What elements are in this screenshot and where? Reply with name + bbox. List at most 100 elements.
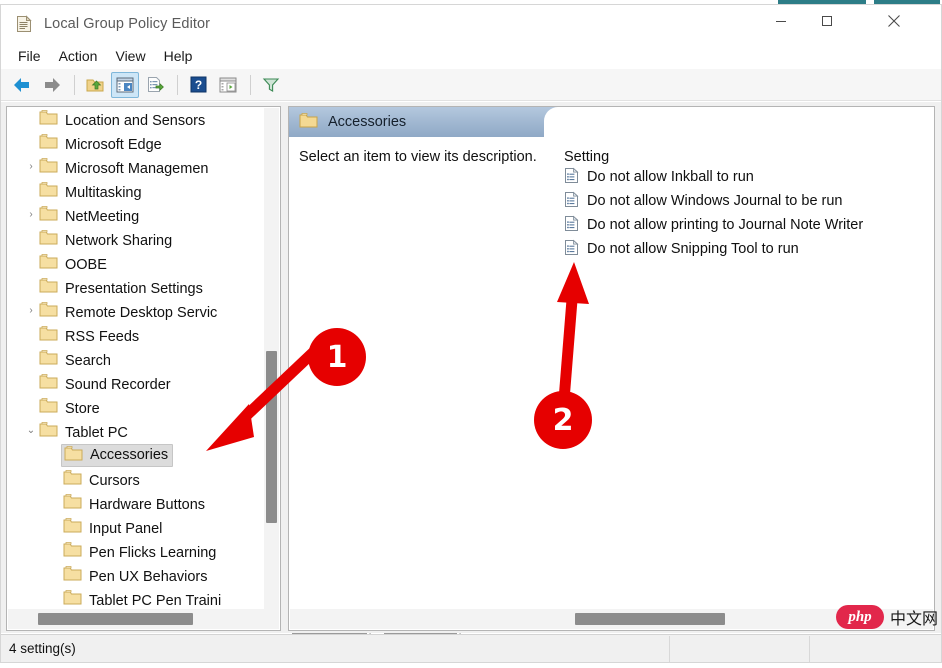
folder-icon — [39, 374, 58, 393]
policy-setting-icon — [564, 215, 579, 236]
tree-item-content: Tablet PC — [39, 421, 128, 441]
settings-list[interactable]: Do not allow Inkball to run Do not allow … — [559, 165, 934, 261]
tree-item-label: OOBE — [65, 257, 107, 273]
setting-row[interactable]: Do not allow printing to Journal Note Wr… — [559, 213, 934, 237]
chevron-right-icon[interactable]: › — [23, 162, 39, 172]
tree-item-pen-ux-behaviors[interactable]: Pen UX Behaviors — [7, 563, 265, 587]
tree-item-microsoft-managemen[interactable]: › Microsoft Managemen — [7, 155, 265, 179]
tree-item-content: Microsoft Edge — [39, 133, 162, 153]
description-text: Select an item to view its description. — [299, 149, 537, 165]
settings-pane: Accessories Select an item to view its d… — [288, 106, 935, 631]
tree-item-hardware-buttons[interactable]: Hardware Buttons — [7, 491, 265, 515]
tree-item-network-sharing[interactable]: Network Sharing — [7, 227, 265, 251]
console-tree-icon[interactable] — [111, 71, 139, 98]
folder-icon — [63, 470, 82, 489]
folder-icon — [63, 566, 82, 585]
tree-horizontal-scrollbar-thumb[interactable] — [38, 613, 193, 625]
tree-item-label: Microsoft Managemen — [65, 161, 209, 177]
tree-item-sound-recorder[interactable]: Sound Recorder — [7, 371, 265, 395]
forward-arrow-icon[interactable] — [38, 72, 66, 98]
content-area: Location and Sensors Microsoft Edge › Micro… — [1, 102, 941, 657]
status-bar-divider — [669, 636, 670, 662]
tree-item-remote-desktop-servic[interactable]: › Remote Desktop Servic — [7, 299, 265, 323]
tree-item-content: Multitasking — [39, 181, 142, 201]
tree-item-content: RSS Feeds — [39, 325, 139, 345]
tree-vertical-scrollbar-thumb[interactable] — [266, 351, 277, 523]
tree-item-content: Network Sharing — [39, 229, 172, 249]
toolbar-separator — [177, 74, 178, 95]
menu-item-action[interactable]: Action — [50, 46, 107, 66]
status-bar: 4 setting(s) — [1, 634, 941, 662]
tree-item-content: NetMeeting — [39, 205, 139, 225]
tree-item-tablet-pc-pen-traini[interactable]: Tablet PC Pen Traini — [7, 587, 265, 609]
tree-item-cursors[interactable]: Cursors — [7, 467, 265, 491]
folder-icon — [39, 134, 58, 153]
tree-item-presentation-settings[interactable]: Presentation Settings — [7, 275, 265, 299]
folder-icon — [39, 398, 58, 417]
tree-item-input-panel[interactable]: Input Panel — [7, 515, 265, 539]
menu-bar: File Action View Help — [1, 43, 941, 69]
folder-icon — [64, 445, 83, 465]
up-folder-icon[interactable] — [81, 72, 109, 98]
tree-item-label: Pen Flicks Learning — [89, 545, 217, 561]
tree-item-accessories[interactable]: Accessories — [7, 443, 265, 467]
folder-icon — [63, 542, 82, 561]
tree-item-microsoft-edge[interactable]: Microsoft Edge — [7, 131, 265, 155]
filter-icon[interactable] — [257, 72, 285, 98]
tree-item-location-and-sensors[interactable]: Location and Sensors — [7, 107, 265, 131]
menu-item-help[interactable]: Help — [155, 46, 202, 66]
setting-column-header[interactable]: Setting — [559, 137, 934, 165]
close-icon[interactable] — [871, 5, 917, 37]
tree-item-netmeeting[interactable]: › NetMeeting — [7, 203, 265, 227]
folder-icon — [63, 518, 82, 537]
menu-item-view[interactable]: View — [106, 46, 154, 66]
tree-item-content: Presentation Settings — [39, 277, 203, 297]
tree-item-label: Microsoft Edge — [65, 137, 162, 153]
folder-icon — [39, 302, 58, 321]
tree-item-search[interactable]: Search — [7, 347, 265, 371]
tree-item-label: RSS Feeds — [65, 329, 140, 345]
tree-item-tablet-pc[interactable]: ⌄ Tablet PC — [7, 419, 265, 443]
setting-label: Do not allow Snipping Tool to run — [587, 241, 799, 257]
chevron-right-icon[interactable]: › — [23, 306, 39, 316]
setting-label: Do not allow printing to Journal Note Wr… — [587, 217, 864, 233]
tree-item-content: Pen UX Behaviors — [63, 565, 207, 585]
toolbar-separator — [74, 74, 75, 95]
setting-row[interactable]: Do not allow Snipping Tool to run — [559, 237, 934, 261]
folder-icon — [39, 350, 58, 369]
menu-item-file[interactable]: File — [9, 46, 50, 66]
setting-row[interactable]: Do not allow Windows Journal to be run — [559, 189, 934, 213]
setting-row[interactable]: Do not allow Inkball to run — [559, 165, 934, 189]
tree-item-label: Network Sharing — [65, 233, 173, 249]
maximize-icon[interactable] — [804, 5, 850, 37]
minimize-icon[interactable] — [758, 5, 804, 37]
chevron-down-icon[interactable]: ⌄ — [23, 426, 39, 436]
folder-icon — [39, 326, 58, 345]
status-text: 4 setting(s) — [9, 641, 76, 656]
tree-item-label: Sound Recorder — [65, 377, 171, 393]
console-tree-pane: Location and Sensors Microsoft Edge › Micro… — [6, 106, 281, 631]
tree-item-pen-flicks-learning[interactable]: Pen Flicks Learning — [7, 539, 265, 563]
tree-item-content: Sound Recorder — [39, 373, 171, 393]
back-arrow-icon[interactable] — [8, 72, 36, 98]
tree-item-multitasking[interactable]: Multitasking — [7, 179, 265, 203]
export-list-icon[interactable] — [141, 72, 169, 98]
settings-horizontal-scrollbar-thumb[interactable] — [575, 613, 725, 625]
help-icon[interactable]: ? — [184, 72, 212, 98]
tree-item-store[interactable]: Store — [7, 395, 265, 419]
action-pane-icon[interactable] — [214, 72, 242, 98]
tree-item-content: Search — [39, 349, 111, 369]
toolbar-separator — [250, 74, 251, 95]
tree-item-label: Remote Desktop Servic — [65, 305, 218, 321]
console-tree-list[interactable]: Location and Sensors Microsoft Edge › Micro… — [7, 107, 265, 609]
tree-item-rss-feeds[interactable]: RSS Feeds — [7, 323, 265, 347]
tree-horizontal-scrollbar[interactable] — [8, 609, 279, 629]
tree-item-label: Accessories — [90, 446, 169, 463]
local-group-policy-editor-window: Local Group Policy Editor File Action Vi… — [0, 4, 942, 663]
chevron-right-icon[interactable]: › — [23, 210, 39, 220]
tree-item-oobe[interactable]: OOBE — [7, 251, 265, 275]
toolbar: ? — [1, 69, 941, 101]
tree-vertical-scrollbar[interactable] — [264, 108, 279, 609]
folder-icon — [39, 206, 58, 225]
tree-item-content: Input Panel — [63, 517, 162, 537]
